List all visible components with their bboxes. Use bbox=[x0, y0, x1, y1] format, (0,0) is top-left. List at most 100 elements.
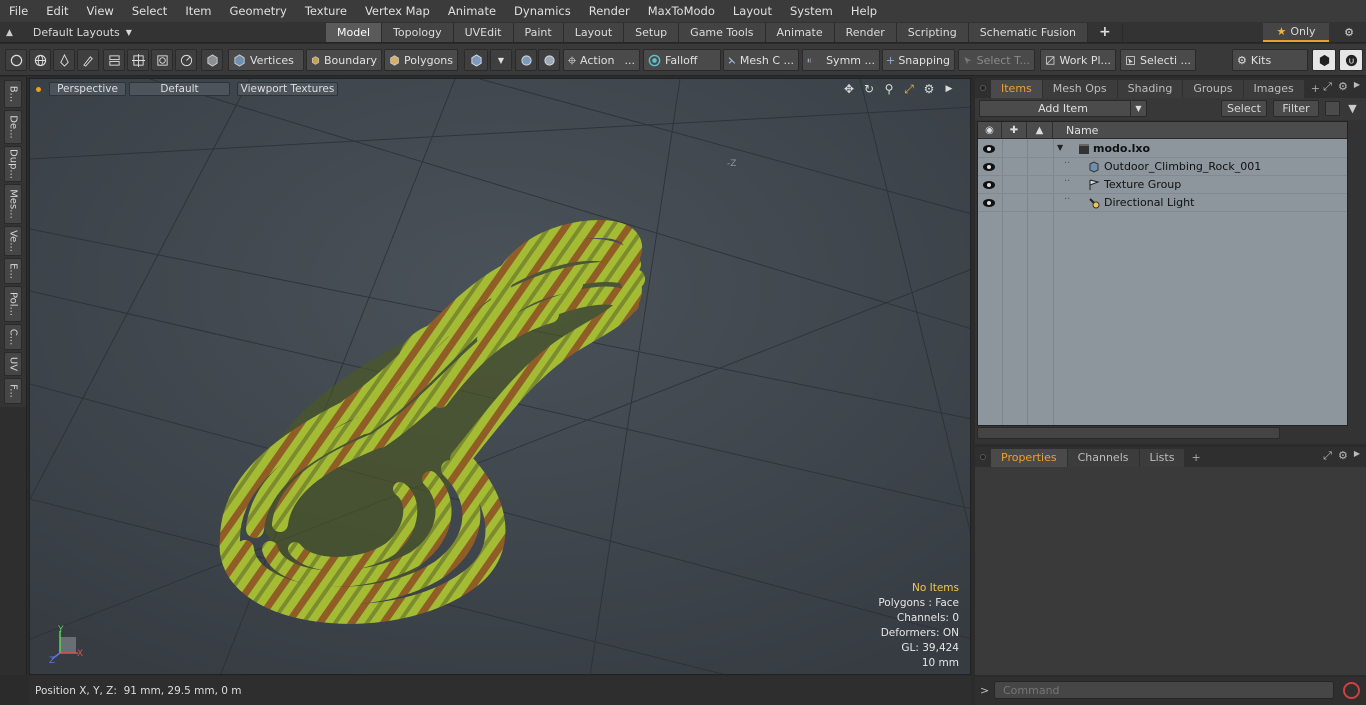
menu-edit[interactable]: Edit bbox=[37, 0, 77, 22]
boundary-button[interactable]: Boundary bbox=[306, 49, 382, 71]
render-column-icon[interactable]: ▲ bbox=[1027, 122, 1053, 139]
tab-lists[interactable]: Lists bbox=[1139, 449, 1185, 467]
chevron-down-icon[interactable]: ▼ bbox=[490, 49, 512, 71]
unity-logo-icon[interactable] bbox=[1312, 49, 1336, 71]
tool-tab-duplicate[interactable]: Dup... bbox=[4, 146, 22, 182]
tab-topology[interactable]: Topology bbox=[382, 23, 454, 42]
tool-tab-basic[interactable]: B... bbox=[4, 80, 22, 108]
grid-snap-icon[interactable] bbox=[127, 49, 149, 71]
menu-vertex-map[interactable]: Vertex Map bbox=[356, 0, 439, 22]
viewport-menu-arrow-icon[interactable]: ▶ bbox=[942, 82, 956, 96]
tab-model[interactable]: Model bbox=[326, 23, 383, 42]
only-toggle[interactable]: ★ Only bbox=[1263, 23, 1329, 42]
tab-scripting[interactable]: Scripting bbox=[896, 23, 969, 42]
tool-tab-uv[interactable]: UV bbox=[4, 352, 22, 376]
tab-animate[interactable]: Animate bbox=[765, 23, 835, 42]
menu-geometry[interactable]: Geometry bbox=[221, 0, 296, 22]
layout-selector[interactable]: ▲ Default Layouts ▼ bbox=[6, 22, 132, 43]
expand-triangle-icon[interactable]: ▼ bbox=[1057, 143, 1063, 152]
expand-panel-icon[interactable]: ⤢ bbox=[1323, 449, 1332, 463]
tab-setup[interactable]: Setup bbox=[624, 23, 680, 42]
add-tab-plus-icon[interactable]: + bbox=[1088, 23, 1123, 42]
menu-item[interactable]: Item bbox=[176, 0, 220, 22]
chevron-down-icon[interactable]: ▼ bbox=[1130, 101, 1146, 116]
menu-view[interactable]: View bbox=[78, 0, 123, 22]
tree-row-texture-group[interactable]: ·· Texture Group bbox=[978, 176, 1347, 194]
action-center-button[interactable]: Action... bbox=[563, 49, 640, 71]
command-input[interactable] bbox=[994, 681, 1334, 699]
panel-gear-icon[interactable]: ⚙ bbox=[1338, 80, 1348, 94]
tab-mesh-ops[interactable]: Mesh Ops bbox=[1042, 80, 1117, 98]
brush-icon[interactable] bbox=[77, 49, 99, 71]
horizontal-scrollbar[interactable] bbox=[977, 427, 1280, 439]
vertices-button[interactable]: Vertices bbox=[228, 49, 304, 71]
tree-row-climbing-rock[interactable]: ·· Outdoor_Climbing_Rock_001 bbox=[978, 158, 1347, 176]
rotate-view-icon[interactable]: ↻ bbox=[862, 82, 876, 96]
3d-viewport[interactable]: Y X Z -Z Perspective Default Viewport Te… bbox=[29, 78, 971, 675]
gear-icon[interactable]: ⚙ bbox=[1338, 23, 1360, 42]
falloff-button[interactable]: Falloff bbox=[643, 49, 721, 71]
eye-icon[interactable] bbox=[981, 196, 997, 210]
move-view-icon[interactable]: ✥ bbox=[842, 82, 856, 96]
tool-tab-deform[interactable]: De... bbox=[4, 110, 22, 144]
tab-render[interactable]: Render bbox=[834, 23, 897, 42]
panel-menu-arrow-icon[interactable]: ▶ bbox=[1354, 449, 1360, 463]
unreal-logo-icon[interactable]: U bbox=[1339, 49, 1363, 71]
expand-panel-icon[interactable]: ⤢ bbox=[1323, 80, 1332, 94]
filter-button[interactable]: Filter bbox=[1273, 100, 1319, 117]
viewport-settings-gear-icon[interactable]: ⚙ bbox=[922, 82, 936, 96]
select-button[interactable]: Select bbox=[1221, 100, 1267, 117]
circle-select-icon[interactable] bbox=[5, 49, 27, 71]
collapse-list-icon[interactable] bbox=[1325, 101, 1340, 116]
name-column-header[interactable]: Name bbox=[1066, 122, 1098, 139]
tab-items[interactable]: Items bbox=[991, 80, 1042, 98]
shading-default-button[interactable]: Default bbox=[129, 82, 230, 96]
item-mode-icon[interactable] bbox=[201, 49, 223, 71]
menu-select[interactable]: Select bbox=[123, 0, 176, 22]
symmetry-button[interactable]: Symm ... bbox=[802, 49, 880, 71]
lock-column-icon[interactable]: ✚ bbox=[1002, 122, 1027, 139]
eye-icon[interactable] bbox=[981, 142, 997, 156]
mesh-constraint-button[interactable]: Mesh C ... bbox=[723, 49, 799, 71]
pie-icon[interactable] bbox=[175, 49, 197, 71]
add-item-button[interactable]: Add Item ▼ bbox=[979, 100, 1147, 117]
maximize-view-icon[interactable]: ⤢ bbox=[902, 82, 916, 96]
snapping-button[interactable]: Snapping bbox=[882, 49, 955, 71]
align-icon[interactable] bbox=[103, 49, 125, 71]
record-macro-icon[interactable] bbox=[1343, 682, 1360, 699]
zoom-view-icon[interactable]: ⚲ bbox=[882, 82, 896, 96]
menu-help[interactable]: Help bbox=[842, 0, 886, 22]
tree-row-directional-light[interactable]: ·· Directional Light bbox=[978, 194, 1347, 212]
tab-shading[interactable]: Shading bbox=[1117, 80, 1183, 98]
add-panel-tab-plus-icon[interactable]: + bbox=[1185, 449, 1206, 467]
menu-system[interactable]: System bbox=[781, 0, 842, 22]
globe-icon[interactable] bbox=[29, 49, 51, 71]
tab-groups[interactable]: Groups bbox=[1183, 80, 1243, 98]
eye-icon[interactable] bbox=[981, 160, 997, 174]
menu-file[interactable]: File bbox=[0, 0, 37, 22]
work-plane-button[interactable]: Work Pl... bbox=[1040, 49, 1116, 71]
tab-channels[interactable]: Channels bbox=[1067, 449, 1139, 467]
tool-tab-curve[interactable]: C... bbox=[4, 324, 22, 350]
polygons-button[interactable]: Polygons bbox=[384, 49, 458, 71]
frame-icon[interactable] bbox=[151, 49, 173, 71]
tab-paint[interactable]: Paint bbox=[513, 23, 564, 42]
tab-properties[interactable]: Properties bbox=[991, 449, 1067, 467]
tool-tab-polygon[interactable]: Pol... bbox=[4, 286, 22, 322]
tool-tab-edge[interactable]: E... bbox=[4, 258, 22, 284]
tab-layout[interactable]: Layout bbox=[563, 23, 625, 42]
menu-maxtomodo[interactable]: MaxToModo bbox=[639, 0, 724, 22]
panel-menu-arrow-icon[interactable]: ▶ bbox=[1354, 80, 1360, 94]
tab-schematic-fusion[interactable]: Schematic Fusion bbox=[968, 23, 1089, 42]
visibility-column-eye-icon[interactable]: ◉ bbox=[978, 122, 1002, 139]
tool-tab-fusion[interactable]: F... bbox=[4, 378, 22, 404]
menu-animate[interactable]: Animate bbox=[439, 0, 505, 22]
tab-images[interactable]: Images bbox=[1243, 80, 1304, 98]
tree-row-modo-lxo[interactable]: ▼ modo.lxo bbox=[978, 140, 1347, 158]
tab-game-tools[interactable]: Game Tools bbox=[679, 23, 766, 42]
tab-uvedit[interactable]: UVEdit bbox=[453, 23, 514, 42]
menu-layout[interactable]: Layout bbox=[724, 0, 781, 22]
eye-icon[interactable] bbox=[981, 178, 997, 192]
menu-render[interactable]: Render bbox=[580, 0, 639, 22]
perspective-button[interactable]: Perspective bbox=[49, 82, 126, 96]
